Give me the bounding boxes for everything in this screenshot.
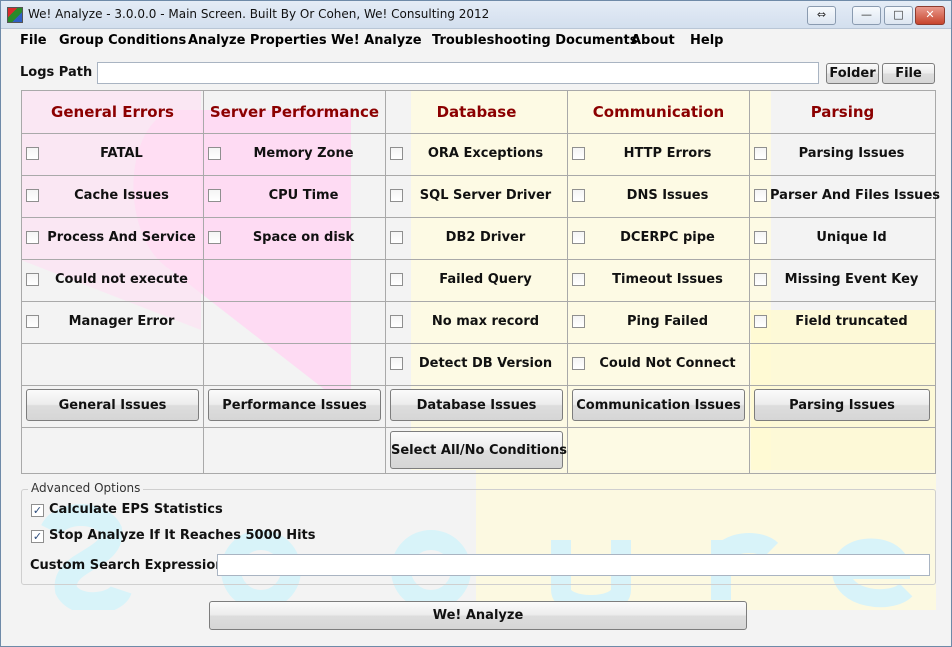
column-database: Database ORA Exceptions SQL Server Drive… <box>386 91 568 473</box>
condition-failed-query[interactable]: Failed Query <box>386 259 567 301</box>
logs-path-label: Logs Path <box>20 65 93 80</box>
checkbox[interactable] <box>390 147 403 160</box>
menu-help[interactable]: Help <box>690 33 723 48</box>
performance-issues-button[interactable]: Performance Issues <box>208 389 381 421</box>
condition-db2-driver[interactable]: DB2 Driver <box>386 217 567 259</box>
menu-we-analyze[interactable]: We! Analyze <box>331 33 422 48</box>
menu-troubleshooting-documents[interactable]: Troubleshooting Documents <box>432 33 637 48</box>
menu-analyze-properties[interactable]: Analyze Properties <box>188 33 327 48</box>
menu-about[interactable]: About <box>631 33 675 48</box>
checkbox[interactable] <box>754 231 767 244</box>
menu-bar: File Group Conditions Analyze Properties… <box>1 29 951 53</box>
checkbox[interactable] <box>208 189 221 202</box>
database-issues-button[interactable]: Database Issues <box>390 389 563 421</box>
checkbox[interactable] <box>26 231 39 244</box>
column-general-errors: General Errors FATAL Cache Issues Proces… <box>22 91 204 473</box>
column-server-performance: Server Performance Memory Zone CPU Time … <box>204 91 386 473</box>
header-parsing: Parsing <box>810 103 875 121</box>
custom-search-label: Custom Search Expression: <box>30 558 230 573</box>
condition-ora-exceptions[interactable]: ORA Exceptions <box>386 133 567 175</box>
checkbox[interactable] <box>26 189 39 202</box>
condition-process-and-service[interactable]: Process And Service <box>22 217 203 259</box>
checkbox[interactable] <box>208 231 221 244</box>
checkbox[interactable] <box>208 147 221 160</box>
menu-group-conditions[interactable]: Group Conditions <box>59 33 186 48</box>
app-icon <box>7 7 23 23</box>
checkbox[interactable] <box>572 147 585 160</box>
condition-manager-error[interactable]: Manager Error <box>22 301 203 343</box>
column-communication: Communication HTTP Errors DNS Issues DCE… <box>568 91 750 473</box>
condition-http-errors[interactable]: HTTP Errors <box>568 133 749 175</box>
checkbox[interactable] <box>26 315 39 328</box>
condition-detect-db-version[interactable]: Detect DB Version <box>386 343 567 385</box>
folder-button[interactable]: Folder <box>826 63 879 84</box>
parsing-issues-button[interactable]: Parsing Issues <box>754 389 930 421</box>
condition-field-truncated[interactable]: Field truncated <box>750 301 935 343</box>
calculate-eps-checkbox[interactable]: ✓ <box>31 504 44 517</box>
checkbox[interactable] <box>26 273 39 286</box>
condition-fatal[interactable]: FATAL <box>22 133 203 175</box>
restore-icon[interactable]: ⇔ <box>807 6 836 25</box>
stop-analyze-label: Stop Analyze If It Reaches 5000 Hits <box>49 528 316 543</box>
checkbox[interactable] <box>754 315 767 328</box>
select-all-button[interactable]: Select All/No Conditions <box>390 431 567 469</box>
condition-dns-issues[interactable]: DNS Issues <box>568 175 749 217</box>
checkbox[interactable] <box>754 273 767 286</box>
condition-cpu-time[interactable]: CPU Time <box>204 175 385 217</box>
close-button[interactable]: ✕ <box>915 6 945 25</box>
condition-parsing-issues[interactable]: Parsing Issues <box>750 133 935 175</box>
checkbox[interactable] <box>572 315 585 328</box>
header-server-performance: Server Performance <box>209 103 380 121</box>
condition-timeout-issues[interactable]: Timeout Issues <box>568 259 749 301</box>
condition-parser-and-files-issues[interactable]: Parser And Files Issues <box>750 175 940 217</box>
condition-missing-event-key[interactable]: Missing Event Key <box>750 259 935 301</box>
condition-no-max-record[interactable]: No max record <box>386 301 567 343</box>
checkbox[interactable] <box>26 147 39 160</box>
header-general-errors: General Errors <box>51 103 174 121</box>
condition-dcerpc-pipe[interactable]: DCERPC pipe <box>568 217 749 259</box>
calculate-eps-label: Calculate EPS Statistics <box>49 502 223 517</box>
communication-issues-button[interactable]: Communication Issues <box>572 389 745 421</box>
checkbox[interactable] <box>572 273 585 286</box>
condition-cache-issues[interactable]: Cache Issues <box>22 175 203 217</box>
custom-search-input[interactable] <box>217 554 930 576</box>
stop-analyze-checkbox[interactable]: ✓ <box>31 530 44 543</box>
checkbox[interactable] <box>390 273 403 286</box>
checkbox[interactable] <box>754 147 767 160</box>
checkbox[interactable] <box>390 231 403 244</box>
header-communication: Communication <box>592 103 725 121</box>
menu-file[interactable]: File <box>20 33 47 48</box>
logs-path-input[interactable] <box>97 62 819 84</box>
checkbox[interactable] <box>390 315 403 328</box>
condition-could-not-execute[interactable]: Could not execute <box>22 259 203 301</box>
advanced-options-title: Advanced Options <box>28 481 144 495</box>
conditions-grid: General Errors FATAL Cache Issues Proces… <box>21 90 940 474</box>
condition-unique-id[interactable]: Unique Id <box>750 217 935 259</box>
condition-could-not-connect[interactable]: Could Not Connect <box>568 343 749 385</box>
condition-space-on-disk[interactable]: Space on disk <box>204 217 385 259</box>
checkbox[interactable] <box>572 189 585 202</box>
minimize-button[interactable]: — <box>852 6 881 25</box>
checkbox[interactable] <box>754 189 767 202</box>
file-button[interactable]: File <box>882 63 935 84</box>
we-analyze-button[interactable]: We! Analyze <box>209 601 747 630</box>
window-title: We! Analyze - 3.0.0.0 - Main Screen. Bui… <box>28 7 490 21</box>
condition-sql-server-driver[interactable]: SQL Server Driver <box>386 175 567 217</box>
condition-ping-failed[interactable]: Ping Failed <box>568 301 749 343</box>
advanced-options-group: Advanced Options ✓ Calculate EPS Statist… <box>21 481 936 585</box>
checkbox[interactable] <box>572 231 585 244</box>
column-parsing: Parsing Parsing Issues Parser And Files … <box>750 91 940 473</box>
condition-memory-zone[interactable]: Memory Zone <box>204 133 385 175</box>
general-issues-button[interactable]: General Issues <box>26 389 199 421</box>
title-bar[interactable]: We! Analyze - 3.0.0.0 - Main Screen. Bui… <box>1 1 951 29</box>
header-database: Database <box>436 103 517 121</box>
maximize-button[interactable]: □ <box>884 6 913 25</box>
checkbox[interactable] <box>390 357 403 370</box>
checkbox[interactable] <box>572 357 585 370</box>
checkbox[interactable] <box>390 189 403 202</box>
main-window: We! Analyze - 3.0.0.0 - Main Screen. Bui… <box>0 0 952 647</box>
